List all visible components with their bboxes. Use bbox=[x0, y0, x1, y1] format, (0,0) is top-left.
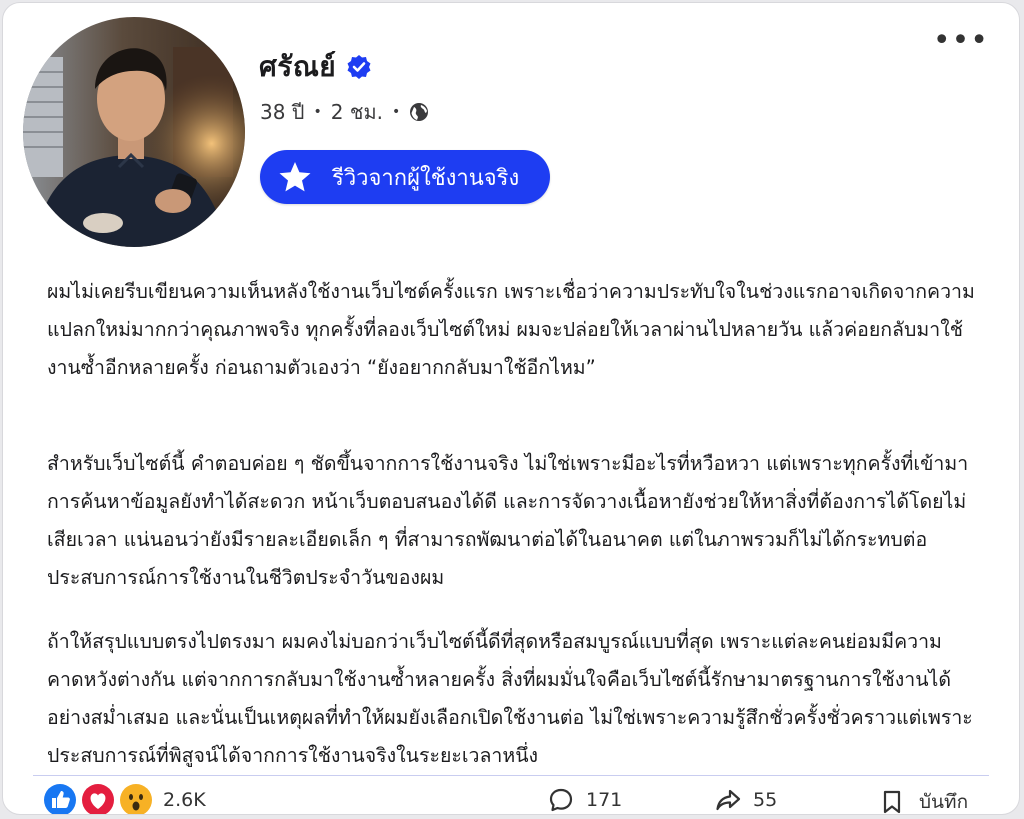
post-paragraph-1: ผมไม่เคยรีบเขียนความเห็นหลังใช้งานเว็บไซ… bbox=[47, 280, 975, 379]
avatar[interactable] bbox=[23, 17, 245, 247]
like-icon bbox=[43, 783, 77, 814]
meta-separator: • bbox=[391, 104, 401, 120]
post-meta: 38 ปี • 2 ชม. • bbox=[260, 96, 429, 128]
post-paragraph-2: สำหรับเว็บไซต์นี้ คำตอบค่อย ๆ ชัดขึ้นจาก… bbox=[47, 452, 969, 589]
verified-icon bbox=[346, 54, 372, 80]
badge-label: รีวิวจากผู้ใช้งานจริง bbox=[332, 165, 520, 191]
post-footer: 2.6K 171 55 บันทึก bbox=[3, 781, 1019, 814]
verified-review-badge: รีวิวจากผู้ใช้งานจริง bbox=[260, 150, 550, 204]
globe-icon bbox=[409, 102, 429, 122]
share-count: 55 bbox=[753, 789, 778, 811]
reactions-summary[interactable]: 2.6K bbox=[43, 783, 206, 814]
comment-icon bbox=[548, 787, 574, 813]
wow-icon bbox=[119, 783, 153, 814]
share-button[interactable]: 55 bbox=[715, 787, 777, 813]
save-button[interactable]: บันทึก bbox=[879, 787, 969, 814]
save-label: บันทึก bbox=[919, 791, 969, 813]
bookmark-icon bbox=[879, 789, 905, 814]
post-paragraph-3: ถ้าให้สรุปแบบตรงไปตรงมา ผมคงไม่บอกว่าเว็… bbox=[47, 630, 973, 767]
comment-button[interactable]: 171 bbox=[548, 787, 622, 813]
author-age: 38 ปี bbox=[260, 100, 305, 124]
meta-separator: • bbox=[313, 104, 322, 120]
share-icon bbox=[715, 787, 741, 813]
post-time[interactable]: 2 ชม. bbox=[331, 96, 383, 128]
author-name[interactable]: ศรัณย์ bbox=[259, 45, 336, 89]
reaction-count: 2.6K bbox=[163, 789, 206, 811]
star-icon bbox=[278, 160, 312, 194]
footer-divider bbox=[33, 775, 989, 776]
post-card: ศรัณย์ 38 ปี • 2 ชม. • ••• รีวิวจากผู้ใช… bbox=[2, 2, 1020, 815]
author-row: ศรัณย์ bbox=[259, 45, 372, 89]
comment-count: 171 bbox=[586, 789, 623, 811]
more-options-icon[interactable]: ••• bbox=[933, 26, 989, 56]
love-icon bbox=[81, 783, 115, 814]
